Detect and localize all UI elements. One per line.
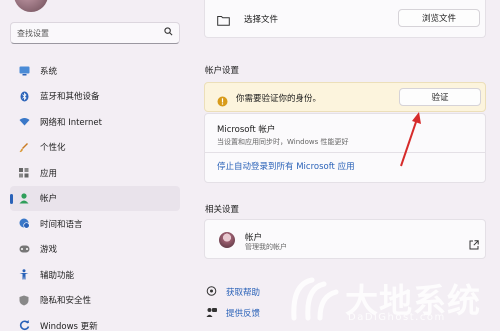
sidebar-item-label: 隐私和安全性 [40,296,92,307]
shield-icon [18,294,30,306]
get-help-link[interactable]: 获取帮助 [226,286,260,298]
microsoft-account-title: Microsoft 帐户 [217,125,276,135]
search-box[interactable] [10,22,180,44]
brush-icon [18,141,30,153]
sidebar: 系统 蓝牙和其他设备 网络和 Internet 个性化 应用 [0,0,190,331]
sidebar-item-label: Windows 更新 [40,321,98,331]
sidebar-item-privacy[interactable]: 隐私和安全性 [10,288,180,314]
related-account-subtitle: 管理我的帐户 [245,243,287,251]
sidebar-item-apps[interactable]: 应用 [10,160,180,186]
choose-file-card: 选择文件 浏览文件 [204,0,486,38]
sidebar-item-label: 蓝牙和其他设备 [40,92,100,103]
browse-files-button[interactable]: 浏览文件 [398,9,480,27]
sidebar-item-label: 网络和 Internet [40,117,102,128]
sidebar-item-time-language[interactable]: 时间和语言 [10,211,180,237]
sidebar-item-label: 帐户 [40,194,58,205]
feedback-row[interactable]: 提供反馈 [206,303,260,322]
sidebar-item-label: 辅助功能 [40,270,75,281]
main-content: 选择文件 浏览文件 帐户设置 你需要验证你的身份。 验证 Microsoft 帐… [190,0,500,331]
warning-icon [217,92,228,111]
gamepad-icon [18,243,30,255]
sidebar-item-accessibility[interactable]: 辅助功能 [10,262,180,288]
folder-icon [217,11,230,30]
account-settings-title: 帐户设置 [205,66,240,76]
sidebar-item-bluetooth[interactable]: 蓝牙和其他设备 [10,84,180,110]
feedback-icon [206,303,217,322]
watermark-logo-icon [290,274,342,326]
monitor-icon [18,65,30,77]
watermark-subtext: DaDiGhost.com [348,312,446,323]
open-external-icon[interactable] [469,235,479,254]
sidebar-item-label: 系统 [40,66,58,77]
accessibility-icon [18,269,30,281]
microsoft-account-card: Microsoft 帐户 当设置和应用同步时，Windows 性能更好 停止自动… [204,113,486,183]
wifi-icon [18,116,30,128]
related-account-card[interactable]: 帐户 管理我的帐户 [204,219,486,259]
nav-list: 系统 蓝牙和其他设备 网络和 Internet 个性化 应用 帐户 时间和语言 … [10,58,180,331]
globe-clock-icon [18,218,30,230]
feedback-link[interactable]: 提供反馈 [226,307,260,319]
sidebar-item-label: 个性化 [40,143,66,154]
sidebar-item-accounts[interactable]: 帐户 [10,185,180,211]
stop-auto-signin-link[interactable]: 停止自动登录到所有 Microsoft 应用 [217,160,355,172]
sidebar-item-windows-update[interactable]: Windows 更新 [10,313,180,331]
card-divider [205,152,485,153]
update-icon [18,320,30,331]
choose-file-label: 选择文件 [244,15,279,25]
apps-icon [18,167,30,179]
sidebar-item-system[interactable]: 系统 [10,58,180,84]
search-icon[interactable] [164,27,173,39]
account-avatar [219,232,235,248]
sidebar-item-label: 游戏 [40,245,58,256]
related-settings-title: 相关设置 [205,205,240,215]
verify-message: 你需要验证你的身份。 [236,94,322,104]
sidebar-item-network[interactable]: 网络和 Internet [10,109,180,135]
verify-identity-banner: 你需要验证你的身份。 验证 [204,82,486,112]
help-icon [206,282,217,301]
verify-button[interactable]: 验证 [399,88,481,106]
sidebar-item-personalization[interactable]: 个性化 [10,135,180,161]
get-help-row[interactable]: 获取帮助 [206,282,260,301]
bluetooth-icon [18,90,30,102]
sidebar-item-label: 时间和语言 [40,219,83,230]
person-icon [18,192,30,204]
user-avatar[interactable] [14,0,48,12]
microsoft-account-description: 当设置和应用同步时，Windows 性能更好 [217,138,349,146]
sidebar-item-gaming[interactable]: 游戏 [10,237,180,263]
search-input[interactable] [17,28,164,38]
sidebar-item-label: 应用 [40,168,58,179]
watermark: 大地系统 DaDiGhost.com [290,272,500,328]
